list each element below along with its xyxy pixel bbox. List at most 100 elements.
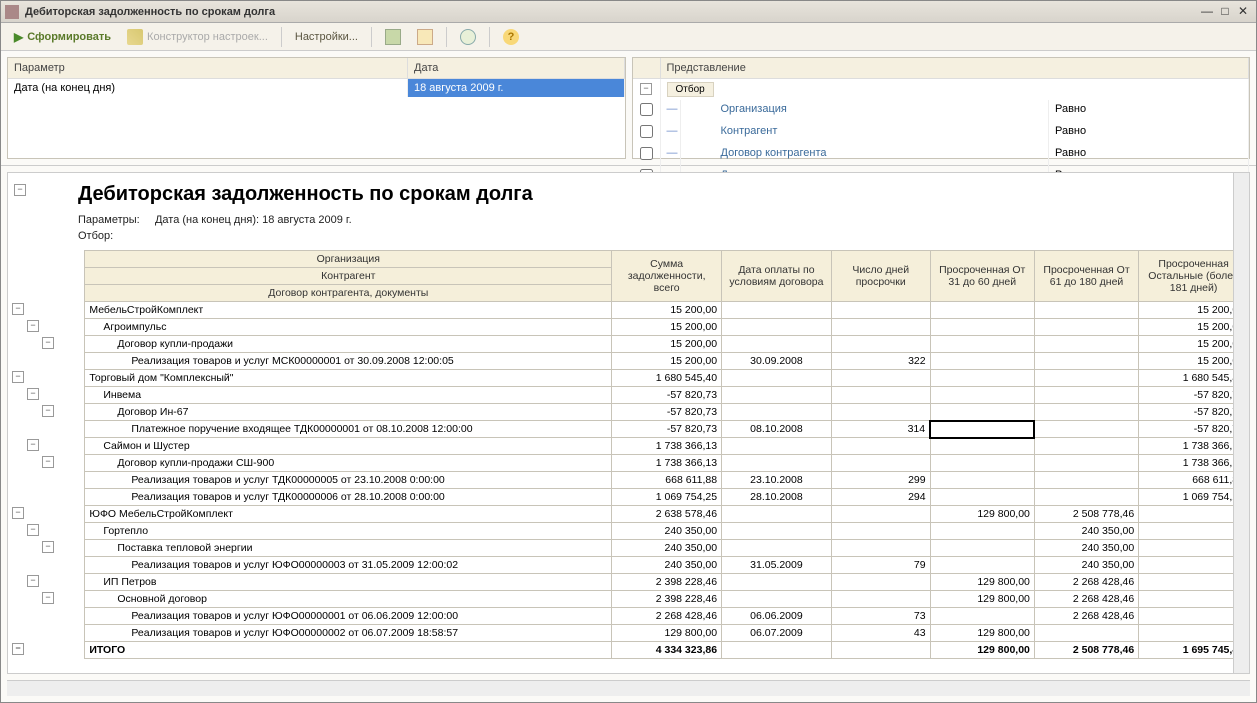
cell-overdue-31-60 (930, 523, 1034, 540)
tree-cell: − (8, 642, 85, 659)
expand-row-button[interactable]: − (42, 541, 54, 553)
report-title: Дебиторская задолженность по срокам долг… (78, 173, 1249, 212)
expand-row-button[interactable]: − (12, 303, 24, 315)
cell-overdue-31-60 (930, 540, 1034, 557)
params-label: Параметры: (78, 214, 140, 226)
table-row[interactable]: Реализация товаров и услуг ТДК00000005 о… (8, 472, 1249, 489)
col-date: Дата (408, 58, 625, 78)
cell-days (831, 455, 930, 472)
toolbar-icon-3[interactable] (453, 25, 483, 49)
expand-row-button[interactable]: − (27, 320, 39, 332)
refresh-icon (460, 29, 476, 45)
cell-overdue-61-180 (1034, 336, 1138, 353)
tree-cell: − (8, 336, 85, 353)
table-row[interactable]: −Саймон и Шустер1 738 366,131 738 366,13 (8, 438, 1249, 455)
table-row[interactable]: Реализация товаров и услуг ЮФО00000002 о… (8, 625, 1249, 642)
filter-row[interactable]: —ОрганизацияРавно (633, 100, 1250, 122)
expand-row-button[interactable]: − (27, 575, 39, 587)
table-row[interactable]: Реализация товаров и услуг МСК00000001 о… (8, 353, 1249, 370)
filter-bullet: — (661, 144, 681, 166)
row-name: Платежное поручение входящее ТДК00000001… (85, 421, 612, 438)
col-parameter: Параметр (8, 58, 408, 78)
params-left-header: Параметр Дата (8, 58, 625, 79)
table-row[interactable]: −Договор купли-продажи15 200,0015 200,00 (8, 336, 1249, 353)
tree-cell (8, 608, 85, 625)
table-row[interactable]: Платежное поручение входящее ТДК00000001… (8, 421, 1249, 438)
filter-root-row[interactable]: − Отбор (633, 79, 1250, 100)
cell-days (831, 574, 930, 591)
table-row[interactable]: −ЮФО МебельСтройКомплект2 638 578,46129 … (8, 506, 1249, 523)
cell-paydate (722, 642, 832, 659)
table-row[interactable]: −Договор купли-продажи СШ-9001 738 366,1… (8, 455, 1249, 472)
expand-row-button[interactable]: − (12, 643, 24, 655)
toolbar: ▶ Сформировать Конструктор настроек... Н… (1, 23, 1256, 51)
table-row[interactable]: −Основной договор2 398 228,46129 800,002… (8, 591, 1249, 608)
col-check (633, 58, 661, 78)
expand-row-button[interactable]: − (42, 592, 54, 604)
expand-row-button[interactable]: − (42, 337, 54, 349)
expand-row-button[interactable]: − (42, 405, 54, 417)
cell-paydate (722, 302, 832, 319)
maximize-button[interactable]: □ (1216, 4, 1234, 20)
expand-row-button[interactable]: − (27, 388, 39, 400)
collapse-all-button[interactable]: − (14, 184, 26, 196)
horizontal-scrollbar[interactable] (7, 680, 1250, 696)
th-days: Число дней просрочки (831, 251, 930, 302)
window-title: Дебиторская задолженность по срокам долг… (25, 6, 1198, 18)
filter-checkbox[interactable] (633, 122, 661, 144)
filter-checkbox[interactable] (633, 144, 661, 166)
table-row[interactable]: −ИТОГО4 334 323,86129 800,002 508 778,46… (8, 642, 1249, 659)
table-row[interactable]: Реализация товаров и услуг ЮФО00000001 о… (8, 608, 1249, 625)
filter-root: Отбор (661, 79, 1250, 100)
minimize-button[interactable]: — (1198, 4, 1216, 20)
table-row[interactable]: −МебельСтройКомплект15 200,0015 200,00 (8, 302, 1249, 319)
expand-cell[interactable]: − (633, 79, 661, 100)
cell-paydate: 30.09.2008 (722, 353, 832, 370)
table-row[interactable]: Реализация товаров и услуг ЮФО00000003 о… (8, 557, 1249, 574)
settings-button-label: Настройки... (295, 31, 358, 43)
cell-paydate (722, 523, 832, 540)
designer-button[interactable]: Конструктор настроек... (120, 25, 275, 49)
cell-sum: -57 820,73 (612, 404, 722, 421)
filter-checkbox[interactable] (633, 100, 661, 122)
tree-cell: − (8, 404, 85, 421)
expand-row-button[interactable]: − (42, 456, 54, 468)
cell-sum: 1 069 754,25 (612, 489, 722, 506)
cell-paydate: 08.10.2008 (722, 421, 832, 438)
settings-button[interactable]: Настройки... (288, 27, 365, 47)
cell-days (831, 438, 930, 455)
cell-overdue-31-60 (930, 404, 1034, 421)
toolbar-icon-2[interactable] (410, 25, 440, 49)
help-button[interactable]: ? (496, 25, 526, 49)
cell-sum: 240 350,00 (612, 557, 722, 574)
table-row[interactable]: −Торговый дом "Комплексный"1 680 545,401… (8, 370, 1249, 387)
expand-row-button[interactable]: − (27, 524, 39, 536)
expand-row-button[interactable]: − (12, 371, 24, 383)
table-row[interactable]: −Агроимпульс15 200,0015 200,00 (8, 319, 1249, 336)
filter-row[interactable]: —Договор контрагентаРавно (633, 144, 1250, 166)
cell-paydate (722, 455, 832, 472)
filter-row[interactable]: —КонтрагентРавно (633, 122, 1250, 144)
table-row[interactable]: −Договор Ин-67-57 820,73-57 820,73 (8, 404, 1249, 421)
toolbar-icon-1[interactable] (378, 25, 408, 49)
cell-overdue-61-180: 2 508 778,46 (1034, 642, 1138, 659)
table-row[interactable]: Реализация товаров и услуг ТДК00000006 о… (8, 489, 1249, 506)
table-row[interactable]: −ИП Петров2 398 228,46129 800,002 268 42… (8, 574, 1249, 591)
cell-sum: 15 200,00 (612, 353, 722, 370)
report-area[interactable]: − Дебиторская задолженность по срокам до… (7, 172, 1250, 674)
param-value: 18 августа 2009 г. (408, 79, 625, 97)
param-row[interactable]: Дата (на конец дня) 18 августа 2009 г. (8, 79, 625, 97)
table-row[interactable]: −Поставка тепловой энергии240 350,00240 … (8, 540, 1249, 557)
cell-overdue-61-180 (1034, 302, 1138, 319)
expand-row-button[interactable]: − (27, 439, 39, 451)
cell-paydate (722, 387, 832, 404)
close-button[interactable]: ✕ (1234, 4, 1252, 20)
table-row[interactable]: −Инвема-57 820,73-57 820,73 (8, 387, 1249, 404)
cell-sum: 15 200,00 (612, 319, 722, 336)
th-paydate: Дата оплаты по условиям договора (722, 251, 832, 302)
vertical-scrollbar[interactable] (1233, 173, 1249, 673)
form-button[interactable]: ▶ Сформировать (7, 26, 118, 48)
cell-overdue-61-180: 240 350,00 (1034, 540, 1138, 557)
table-row[interactable]: −Гортепло240 350,00240 350,00 (8, 523, 1249, 540)
expand-row-button[interactable]: − (12, 507, 24, 519)
